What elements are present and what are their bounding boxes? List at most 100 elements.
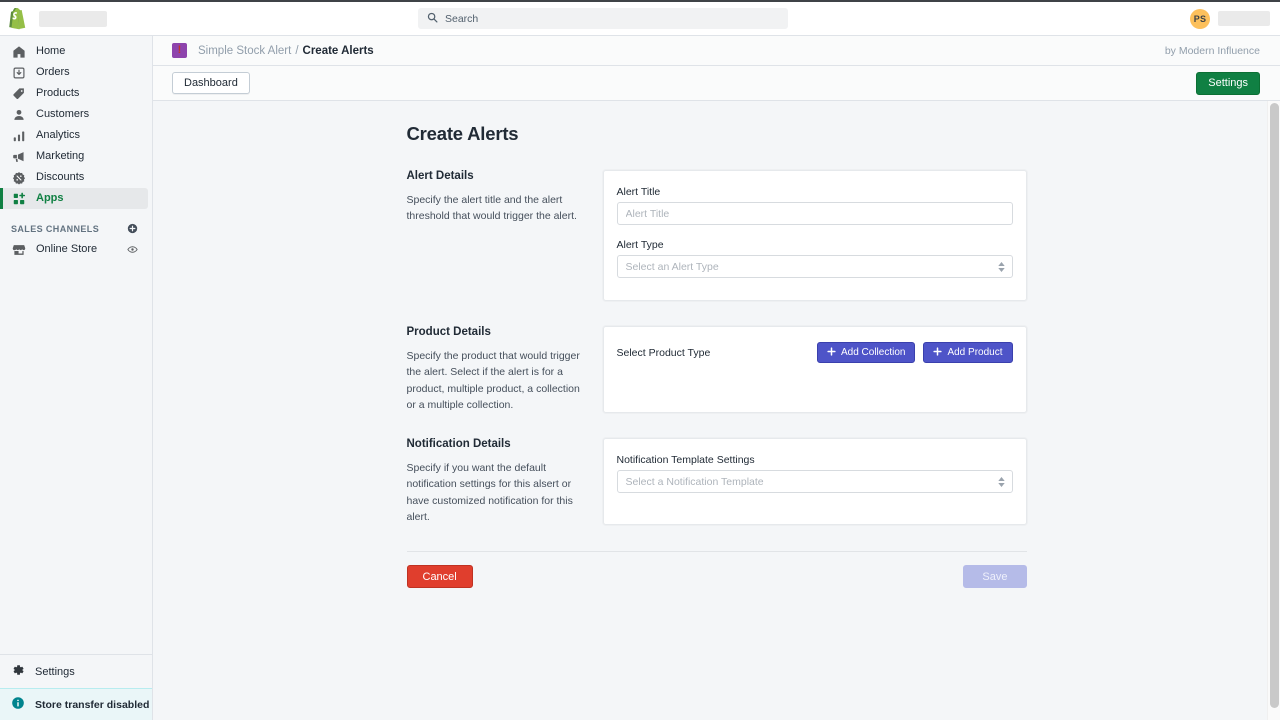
sales-channels-label: SALES CHANNELS xyxy=(11,223,100,234)
vertical-scrollbar[interactable] xyxy=(1267,101,1280,720)
breadcrumb-current: Create Alerts xyxy=(302,44,374,57)
sidebar-item-label: Online Store xyxy=(36,243,98,255)
breadcrumb-separator: / xyxy=(295,44,299,57)
sidebar-item-label: Products xyxy=(36,87,80,99)
page-title: Create Alerts xyxy=(406,123,519,144)
section-alert-details: Alert Details Specify the alert title an… xyxy=(407,170,1027,301)
alert-title-input[interactable] xyxy=(616,202,1013,225)
search-box[interactable]: Search xyxy=(418,8,788,29)
sidebar-item-home[interactable]: Home xyxy=(0,41,148,62)
home-icon xyxy=(11,44,26,59)
sidebar-item-customers[interactable]: Customers xyxy=(0,104,148,125)
content-scroll-area: Create Alerts Alert Details Specify the … xyxy=(153,101,1280,720)
section-title: Notification Details xyxy=(406,438,511,451)
sidebar-item-label: Discounts xyxy=(36,171,85,183)
save-button[interactable]: Save xyxy=(963,565,1027,589)
customers-person-icon xyxy=(11,107,26,122)
add-collection-button[interactable]: Add Collection xyxy=(816,342,916,363)
alert-exclamation-icon: ! xyxy=(172,43,187,58)
gear-icon xyxy=(11,663,25,680)
search-input[interactable]: Search xyxy=(445,13,478,25)
breadcrumb-app-link[interactable]: Simple Stock Alert xyxy=(198,45,291,57)
sales-channels-heading: SALES CHANNELS xyxy=(0,209,152,239)
shopify-logo[interactable] xyxy=(9,7,29,30)
add-product-button[interactable]: Add Product xyxy=(923,342,1013,363)
sidebar-item-label: Apps xyxy=(36,192,64,204)
body: Home Orders Products Customers Analytics… xyxy=(0,36,1280,720)
sidebar-item-analytics[interactable]: Analytics xyxy=(0,125,148,146)
scrollbar-thumb[interactable] xyxy=(1270,103,1279,708)
field-label: Alert Type xyxy=(616,239,664,251)
product-type-row: Select Product Type Add Collection Add P… xyxy=(617,342,1013,363)
store-transfer-banner[interactable]: Store transfer disabled xyxy=(0,688,152,720)
section-description: Specify the alert title and the alert th… xyxy=(406,194,577,223)
section-title: Alert Details xyxy=(406,170,474,182)
add-product-label: Add Product xyxy=(947,347,1003,358)
product-type-actions: Add Collection Add Product xyxy=(816,342,1013,363)
footer-actions: Cancel Save xyxy=(406,552,1027,589)
section-description-block: Product Details Specify the product that… xyxy=(407,326,603,413)
marketing-megaphone-icon xyxy=(11,149,26,164)
plus-circle-icon[interactable] xyxy=(127,223,138,234)
section-description-block: Notification Details Specify if you want… xyxy=(407,438,603,525)
sidebar-item-discounts[interactable]: Discounts xyxy=(0,167,148,188)
sidebar-item-apps[interactable]: Apps xyxy=(0,188,148,209)
section-product-details: Product Details Specify the product that… xyxy=(407,326,1027,414)
sidebar-item-products[interactable]: Products xyxy=(0,83,148,104)
section-title: Product Details xyxy=(406,326,491,338)
sidebar-item-orders[interactable]: Orders xyxy=(0,62,148,83)
field-label: Alert Title xyxy=(616,186,661,198)
shopify-admin-window: Search PS Home Orders Products Customers… xyxy=(0,0,1280,720)
app-action-bar: Dashboard Settings xyxy=(153,66,1280,101)
plus-icon xyxy=(827,346,836,359)
sidebar-item-settings[interactable]: Settings xyxy=(0,654,152,688)
field-alert-type: Alert Type Select an Alert Type xyxy=(616,239,1013,278)
user-name-placeholder xyxy=(1218,11,1270,26)
notification-details-card: Notification Template Settings Select a … xyxy=(602,438,1027,526)
field-notification-template: Notification Template Settings Select a … xyxy=(616,454,1013,494)
field-alert-title: Alert Title xyxy=(616,186,1013,225)
store-transfer-label: Store transfer disabled xyxy=(35,698,150,711)
orders-icon xyxy=(11,65,26,80)
store-name-placeholder xyxy=(39,10,107,27)
global-search[interactable]: Search xyxy=(418,8,788,29)
search-icon xyxy=(427,10,438,28)
select-product-type-label: Select Product Type xyxy=(616,346,711,359)
section-description: Specify if you want the default notifica… xyxy=(406,462,573,523)
sidebar-bottom: Settings Store transfer disabled xyxy=(0,654,152,720)
alert-details-card: Alert Title Alert Type Select an Alert T… xyxy=(602,170,1027,301)
cancel-button[interactable]: Cancel xyxy=(406,565,473,589)
section-description-block: Alert Details Specify the alert title an… xyxy=(407,170,603,301)
app-breadcrumb-bar: ! Simple Stock Alert / Create Alerts by … xyxy=(153,36,1280,66)
top-bar: Search PS xyxy=(0,0,1280,36)
top-bar-user[interactable]: PS xyxy=(1190,8,1270,29)
sidebar: Home Orders Products Customers Analytics… xyxy=(0,36,153,720)
notification-template-placeholder: Select a Notification Template xyxy=(625,475,764,488)
analytics-bars-icon xyxy=(11,128,26,143)
dashboard-button[interactable]: Dashboard xyxy=(172,72,250,94)
sidebar-item-label: Orders xyxy=(36,66,70,78)
page-content: Create Alerts Alert Details Specify the … xyxy=(153,101,1280,589)
alert-type-placeholder: Select an Alert Type xyxy=(625,260,719,273)
sidebar-item-label: Home xyxy=(36,45,66,57)
chevron-updown-icon xyxy=(997,261,1005,272)
sidebar-item-online-store[interactable]: Online Store xyxy=(0,239,148,260)
eye-icon[interactable] xyxy=(127,244,148,255)
notification-template-select[interactable]: Select a Notification Template xyxy=(616,470,1013,494)
developer-credit: by Modern Influence xyxy=(1164,44,1260,57)
chevron-updown-icon xyxy=(997,476,1005,487)
info-circle-icon xyxy=(11,696,25,713)
top-bar-brand xyxy=(0,7,153,30)
field-label: Notification Template Settings xyxy=(616,454,755,467)
avatar[interactable]: PS xyxy=(1190,8,1210,29)
products-tag-icon xyxy=(11,86,26,101)
discounts-icon xyxy=(11,170,26,185)
sidebar-item-label: Analytics xyxy=(36,129,81,141)
alert-type-select[interactable]: Select an Alert Type xyxy=(616,255,1013,278)
store-icon xyxy=(11,242,26,257)
section-notification-details: Notification Details Specify if you want… xyxy=(407,438,1027,526)
sidebar-item-marketing[interactable]: Marketing xyxy=(0,146,148,167)
sidebar-nav: Home Orders Products Customers Analytics… xyxy=(0,36,152,260)
apps-grid-icon xyxy=(11,191,26,206)
settings-button[interactable]: Settings xyxy=(1196,71,1260,95)
